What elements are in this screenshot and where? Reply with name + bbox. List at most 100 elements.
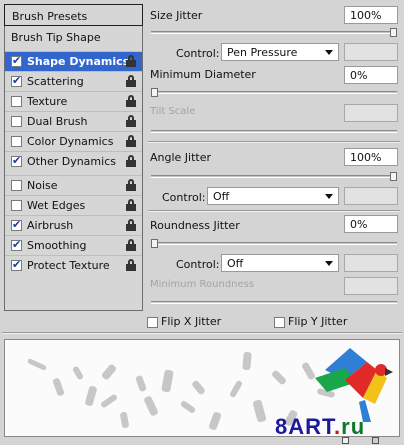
- flip-y-jitter-checkbox[interactable]: [274, 317, 285, 328]
- brush-dab: [190, 379, 207, 396]
- brush-option-checkbox[interactable]: [11, 180, 22, 191]
- brush-option-checkbox[interactable]: [11, 74, 22, 87]
- lock-icon[interactable]: [126, 259, 136, 271]
- size-control-dropdown[interactable]: Pen Pressure: [221, 43, 339, 61]
- size-control-value: Pen Pressure: [227, 46, 298, 59]
- brush-option-label: Noise: [27, 179, 58, 192]
- flip-y-jitter-label: Flip Y Jitter: [288, 315, 348, 328]
- brush-option-shape-dynamics[interactable]: Shape Dynamics: [5, 51, 142, 71]
- brush-option-dual-brush[interactable]: Dual Brush: [5, 111, 142, 131]
- lock-icon[interactable]: [126, 179, 136, 191]
- roundness-jitter-slider[interactable]: [151, 242, 397, 245]
- roundness-jitter-label: Roundness Jitter: [150, 219, 240, 232]
- brush-dab: [179, 399, 197, 415]
- brush-option-checkbox[interactable]: [11, 218, 22, 231]
- brush-option-checkbox[interactable]: [11, 116, 22, 127]
- lock-icon[interactable]: [126, 115, 136, 127]
- lock-icon[interactable]: [126, 55, 136, 67]
- brush-option-checkbox[interactable]: [11, 200, 22, 211]
- flip-x-jitter-label: Flip X Jitter: [161, 315, 222, 328]
- watermark-tld: ru: [341, 414, 366, 439]
- brush-dab: [26, 358, 48, 371]
- size-control-label: Control:: [176, 47, 220, 60]
- brush-dab: [99, 393, 119, 409]
- tilt-scale-label: Tilt Scale: [150, 106, 196, 117]
- brush-option-scattering[interactable]: Scattering: [5, 71, 142, 91]
- brush-dab: [100, 363, 118, 381]
- brush-option-label: Other Dynamics: [27, 155, 116, 168]
- brush-dab: [52, 377, 65, 397]
- tilt-scale-value: [344, 104, 398, 122]
- size-jitter-slider[interactable]: [151, 31, 397, 34]
- angle-jitter-slider[interactable]: [151, 175, 397, 178]
- tilt-scale-slider: [151, 130, 397, 133]
- flip-x-jitter-checkbox[interactable]: [147, 317, 158, 328]
- brush-option-label: Shape Dynamics: [27, 55, 130, 68]
- section-divider: [148, 141, 400, 143]
- roundness-jitter-slider-handle[interactable]: [151, 239, 158, 248]
- brush-option-smoothing[interactable]: Smoothing: [5, 235, 142, 255]
- watermark-brand: 8ART: [275, 414, 335, 439]
- roundness-jitter-value[interactable]: 0%: [344, 215, 398, 233]
- minimum-roundness-value: [344, 277, 398, 295]
- size-jitter-label: Size Jitter: [150, 9, 203, 22]
- brush-dab: [71, 365, 85, 381]
- brush-dab: [119, 411, 130, 429]
- brush-option-checkbox[interactable]: [11, 136, 22, 147]
- brush-option-protect-texture[interactable]: Protect Texture: [5, 255, 142, 275]
- brush-option-checkbox[interactable]: [11, 258, 22, 271]
- chevron-down-icon: [325, 261, 333, 266]
- new-preset-icon[interactable]: [342, 437, 349, 444]
- angle-control-value: Off: [213, 190, 230, 203]
- brush-option-label: Dual Brush: [27, 115, 88, 128]
- roundness-control-dropdown[interactable]: Off: [221, 254, 339, 272]
- brush-option-label: Color Dynamics: [27, 135, 114, 148]
- angle-jitter-value[interactable]: 100%: [344, 148, 398, 166]
- lock-icon[interactable]: [126, 219, 136, 231]
- brush-option-label: Wet Edges: [27, 199, 86, 212]
- roundness-control-value: Off: [227, 257, 244, 270]
- angle-jitter-slider-handle[interactable]: [390, 172, 397, 181]
- lock-icon[interactable]: [126, 155, 136, 167]
- brush-option-color-dynamics[interactable]: Color Dynamics: [5, 131, 142, 151]
- brush-option-checkbox[interactable]: [11, 54, 22, 67]
- brush-dab: [270, 369, 288, 386]
- brush-option-other-dynamics[interactable]: Other Dynamics: [5, 151, 142, 171]
- brush-option-checkbox[interactable]: [11, 154, 22, 167]
- brush-tip-shape-item[interactable]: Brush Tip Shape: [4, 28, 143, 47]
- brush-option-label: Protect Texture: [27, 259, 110, 272]
- brush-presets-label: Brush Presets: [12, 10, 88, 23]
- lock-icon[interactable]: [126, 199, 136, 211]
- angle-control-label: Control:: [162, 191, 206, 204]
- size-control-fade-field: [344, 43, 398, 61]
- chevron-down-icon: [325, 50, 333, 55]
- brush-dab: [228, 379, 244, 399]
- lock-icon[interactable]: [126, 239, 136, 251]
- brush-option-label: Airbrush: [27, 219, 74, 232]
- brush-option-noise[interactable]: Noise: [5, 175, 142, 195]
- size-jitter-value[interactable]: 100%: [344, 6, 398, 24]
- brush-option-label: Scattering: [27, 75, 84, 88]
- trash-icon[interactable]: [372, 437, 379, 444]
- minimum-roundness-slider: [151, 301, 397, 304]
- minimum-diameter-slider[interactable]: [151, 91, 397, 94]
- brush-option-checkbox[interactable]: [11, 238, 22, 251]
- brush-option-texture[interactable]: Texture: [5, 91, 142, 111]
- brush-option-checkbox[interactable]: [11, 96, 22, 107]
- brush-dab: [134, 374, 148, 393]
- minimum-diameter-slider-handle[interactable]: [151, 88, 158, 97]
- lock-icon[interactable]: [126, 95, 136, 107]
- brush-option-label: Texture: [27, 95, 68, 108]
- lock-icon[interactable]: [126, 135, 136, 147]
- brush-option-airbrush[interactable]: Airbrush: [5, 215, 142, 235]
- brush-dab: [143, 395, 159, 417]
- brush-dab: [208, 411, 222, 431]
- brush-presets-button[interactable]: Brush Presets: [4, 4, 143, 26]
- angle-control-dropdown[interactable]: Off: [207, 187, 339, 205]
- angle-jitter-label: Angle Jitter: [150, 151, 212, 164]
- brush-option-wet-edges[interactable]: Wet Edges: [5, 195, 142, 215]
- chevron-down-icon: [325, 194, 333, 199]
- minimum-diameter-value[interactable]: 0%: [344, 66, 398, 84]
- size-jitter-slider-handle[interactable]: [390, 28, 397, 37]
- lock-icon[interactable]: [126, 75, 136, 87]
